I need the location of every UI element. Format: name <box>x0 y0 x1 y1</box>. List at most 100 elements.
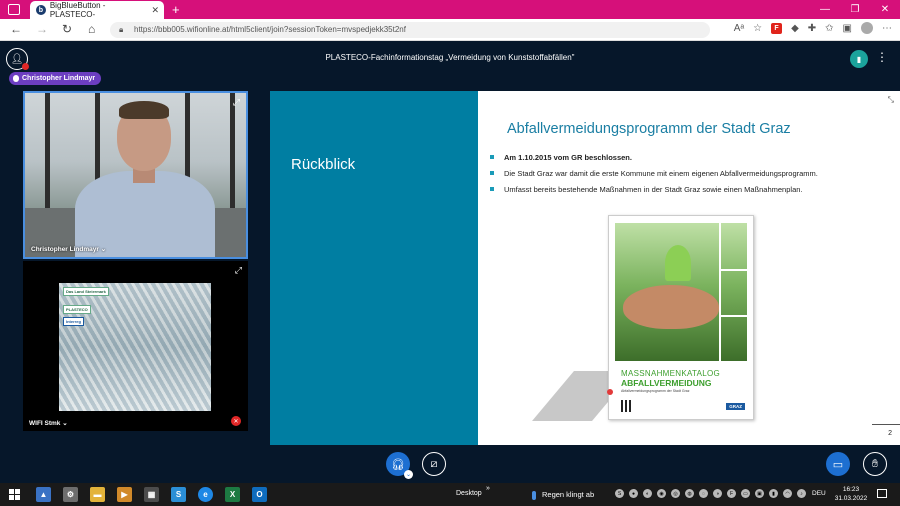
forward-icon[interactable]: → <box>36 22 48 36</box>
outlook-icon[interactable]: O <box>252 487 267 502</box>
file-explorer-icon[interactable]: ▬ <box>90 487 105 502</box>
presentation-toggle-button[interactable]: ▭ <box>826 452 850 476</box>
volume-icon[interactable]: ♪ <box>797 489 806 498</box>
page-divider <box>872 424 900 425</box>
tray-app-icon[interactable]: ● <box>629 489 638 498</box>
photo-grid-line <box>719 223 721 361</box>
calculator-icon[interactable]: ▦ <box>144 487 159 502</box>
audio-button[interactable]: 🎧︎ ⌄ <box>386 452 413 479</box>
tray-app-icon[interactable]: ◑ <box>713 489 722 498</box>
tray-app-icon[interactable]: ◉ <box>657 489 666 498</box>
catalog-cover-image: MASSNAHMENKATALOG ABFALLVERMEIDUNG Abfal… <box>608 215 754 420</box>
presenter-pointer <box>607 389 613 395</box>
qr-code-icon <box>621 400 633 412</box>
tray-app-icon[interactable]: ▭ <box>741 489 750 498</box>
weather-text: Regen klingt ab <box>542 490 595 499</box>
read-aloud-icon[interactable]: Aᵃ <box>734 23 744 34</box>
tray-app-icon[interactable]: ◐ <box>643 489 652 498</box>
desktop-label: Desktop <box>456 490 482 497</box>
profile-avatar[interactable] <box>861 22 873 34</box>
wifi-icon[interactable]: ◠ <box>783 489 792 498</box>
presentation-area[interactable]: Rückblick ⤡ Abfallvermeidungsprogramm de… <box>270 91 900 445</box>
fullscreen-icon[interactable]: ⤢ <box>235 265 242 276</box>
photo-grid-line <box>719 315 747 317</box>
tray-app-icon[interactable]: ◎ <box>671 489 680 498</box>
user-list-button[interactable]: 👤︎ <box>6 48 29 70</box>
window-controls: — ❐ ✕ <box>810 0 900 19</box>
browser-tab[interactable]: b BigBlueButton - PLASTECO- ✕ <box>30 1 164 19</box>
talking-indicator[interactable]: Christopher Lindmayr <box>9 72 102 85</box>
action-bar: 🎧︎ ⌄ ⧄ ▭ ✋︎ <box>0 445 900 483</box>
bale-logo: PLASTECO <box>63 305 91 314</box>
connection-status-icon[interactable]: ▮ <box>850 50 868 68</box>
tray-app-icon[interactable]: ◍ <box>685 489 694 498</box>
options-menu-icon[interactable]: ⋮ <box>876 50 888 64</box>
minimize-icon[interactable]: — <box>810 0 840 19</box>
new-tab-button[interactable]: + <box>172 2 180 17</box>
restore-icon[interactable]: ❐ <box>840 0 870 19</box>
tab-close-icon[interactable]: ✕ <box>151 5 159 16</box>
tray-app-icon[interactable]: F <box>727 489 736 498</box>
tab-actions-icon[interactable] <box>8 4 20 15</box>
skype-icon[interactable]: S <box>171 487 186 502</box>
webcam-tile-wifi[interactable]: Das Land Steiermark PLASTECO Interreg ⤢ … <box>23 261 248 431</box>
collections-icon[interactable]: ▣ <box>843 23 852 34</box>
desktop-toolbar[interactable]: Desktop » <box>456 485 490 497</box>
weather-widget[interactable]: Regen klingt ab <box>532 490 594 500</box>
presentation-icon: ▭ <box>832 458 844 471</box>
notification-dot <box>22 63 29 70</box>
webcam-name-label[interactable]: WIFI Stmk ⌄ <box>29 419 68 427</box>
extension-icon[interactable]: F <box>771 22 783 34</box>
webcam-name-label[interactable]: Christopher Lindmayr ⌄ <box>31 245 106 253</box>
webcam-tile-speaker[interactable]: ⤢ Christopher Lindmayr ⌄ <box>23 91 248 259</box>
catalog-line1: MASSNAHMENKATALOG <box>621 369 721 378</box>
audio-options-chevron-icon[interactable]: ⌄ <box>404 470 413 479</box>
tray-app-icon[interactable]: S <box>615 489 624 498</box>
back-icon[interactable]: ← <box>10 22 22 36</box>
home-icon[interactable]: ⌂ <box>88 22 95 36</box>
windows-taskbar: ▲ ⚙ ▬ ▶ ▦ S e X O Desktop » Regen klingt… <box>0 483 900 506</box>
photos-app-icon[interactable]: ▲ <box>36 487 51 502</box>
favorite-star-icon[interactable]: ☆ <box>753 23 762 34</box>
weather-icon <box>532 490 536 500</box>
tray-app-icon[interactable]: ▣ <box>755 489 764 498</box>
tray-app-icon[interactable]: ◌ <box>699 489 708 498</box>
browser-tab-strip: b BigBlueButton - PLASTECO- ✕ + — ❐ ✕ <box>0 0 900 19</box>
catalog-line3: Abfallvermeidungsprogramm der Stadt Graz <box>621 389 690 393</box>
puzzle-extensions-icon[interactable]: ✚ <box>808 23 816 34</box>
raise-hand-button[interactable]: ✋︎ <box>863 452 887 476</box>
shield-extension-icon[interactable]: ◆ <box>791 23 799 34</box>
edge-browser-icon[interactable]: e <box>198 487 213 502</box>
settings-app-icon[interactable]: ⚙ <box>63 487 78 502</box>
share-webcam-button[interactable]: ⧄ <box>422 452 446 476</box>
close-window-icon[interactable]: ✕ <box>870 0 900 19</box>
mic-icon <box>13 75 19 82</box>
media-player-icon[interactable]: ▶ <box>117 487 132 502</box>
start-button[interactable] <box>9 489 20 500</box>
slide-section-title: Rückblick <box>291 156 356 173</box>
favorites-bar-icon[interactable]: ✩ <box>825 23 833 34</box>
notification-center-icon[interactable] <box>877 489 887 498</box>
meeting-header: 👤︎ PLASTECO-Fachinformationstag „Vermeid… <box>0 41 900 75</box>
slide-bullet: Die Stadt Graz war damit die erste Kommu… <box>490 169 818 178</box>
speaker-hair <box>119 101 169 119</box>
plant-shape <box>665 245 691 281</box>
url-field[interactable]: 🔒︎ https://bbb005.wifionline.at/html5cli… <box>110 22 710 38</box>
input-language[interactable]: DEU <box>812 490 826 497</box>
headphones-icon: 🎧︎ <box>391 458 405 471</box>
slide-bullet: Umfasst bereits bestehende Maßnahmen in … <box>490 185 818 194</box>
excel-icon[interactable]: X <box>225 487 240 502</box>
presentation-fullscreen-icon[interactable]: ⤡ <box>888 95 894 105</box>
clock[interactable]: 16:23 31.03.2022 <box>833 485 869 503</box>
slide-bullet-list: Am 1.10.2015 vom GR beschlossen. Die Sta… <box>490 153 818 201</box>
hand-icon: ✋︎ <box>871 457 879 470</box>
tab-title: BigBlueButton - PLASTECO- <box>49 1 106 19</box>
refresh-icon[interactable]: ↻ <box>62 22 72 36</box>
battery-icon[interactable]: ▮ <box>769 489 778 498</box>
url-text: https://bbb005.wifionline.at/html5client… <box>134 25 406 34</box>
catalog-line2: ABFALLVERMEIDUNG <box>621 378 712 388</box>
fullscreen-icon[interactable]: ⤢ <box>233 97 240 108</box>
system-tray: S ● ◐ ◉ ◎ ◍ ◌ ◑ F ▭ ▣ ▮ ◠ ♪ <box>615 489 806 498</box>
browser-menu-icon[interactable]: ⋯ <box>882 23 892 34</box>
slide-bullet: Am 1.10.2015 vom GR beschlossen. <box>490 153 818 162</box>
